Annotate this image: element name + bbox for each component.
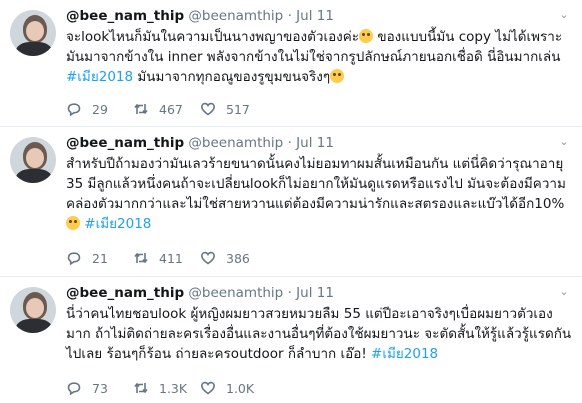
- like-count: 386: [226, 250, 250, 266]
- avatar[interactable]: [10, 287, 56, 333]
- timestamp[interactable]: Jul 11: [296, 135, 334, 151]
- display-name[interactable]: @bee_nam_thip: [66, 8, 184, 24]
- tweet-text: สำหรับปีถ้ามองว่ามันเลวร้ายขนาดนั้นคงไม่…: [66, 156, 568, 232]
- heart-icon: [200, 251, 216, 265]
- chevron-down-icon[interactable]: ⌄: [558, 9, 570, 21]
- reply-icon: [67, 382, 81, 396]
- reply-button[interactable]: 21: [66, 250, 133, 266]
- tweet-text: จะlookไหนก็มันในความเป็นนางพญาของตัวเองค…: [66, 29, 565, 85]
- display-name[interactable]: @bee_nam_thip: [66, 135, 184, 151]
- tweet-content: @bee_nam_thip @beenamthip · Jul 11 ⌄ สำห…: [66, 133, 572, 234]
- retweet-count: 411: [159, 250, 183, 266]
- hashtag-link[interactable]: #เมีย2018: [84, 216, 151, 232]
- reply-count: 73: [92, 380, 108, 396]
- heart-icon: [200, 102, 216, 116]
- tweet[interactable]: @bee_nam_thip @beenamthip · Jul 11 ⌄ สำห…: [0, 127, 582, 277]
- retweet-icon: [134, 252, 148, 264]
- hashtag-link[interactable]: #เมีย2018: [66, 69, 133, 85]
- heart-icon: [200, 381, 216, 395]
- timestamp[interactable]: Jul 11: [296, 8, 334, 24]
- user-handle[interactable]: @beenamthip: [188, 135, 283, 151]
- like-count: 1.0K: [226, 380, 255, 396]
- retweet-button[interactable]: 1.3K: [133, 380, 200, 396]
- reply-button[interactable]: 73: [66, 380, 133, 396]
- tweet-feed: @bee_nam_thip @beenamthip · Jul 11 ⌄ จะl…: [0, 0, 582, 403]
- reply-button[interactable]: 29: [66, 101, 133, 117]
- chevron-down-icon[interactable]: ⌄: [558, 286, 570, 298]
- retweet-button[interactable]: 411: [133, 250, 200, 266]
- reply-count: 29: [92, 101, 108, 117]
- reply-count: 21: [92, 250, 108, 266]
- tweet-header: @bee_nam_thip @beenamthip · Jul 11: [66, 133, 572, 153]
- chevron-down-icon[interactable]: ⌄: [558, 136, 570, 148]
- reply-icon: [67, 252, 81, 266]
- grinning-face-emoji: [66, 216, 80, 230]
- tweet[interactable]: @bee_nam_thip @beenamthip · Jul 11 ⌄ นี่…: [0, 277, 582, 403]
- avatar[interactable]: [10, 137, 56, 183]
- grinning-face-emoji: [359, 29, 374, 43]
- retweet-icon: [134, 103, 148, 115]
- tweet-content: @bee_nam_thip @beenamthip · Jul 11 ⌄ นี่…: [66, 283, 572, 364]
- separator: ·: [287, 135, 292, 151]
- retweet-button[interactable]: 467: [133, 101, 200, 117]
- separator: ·: [287, 285, 292, 301]
- hashtag-link[interactable]: #เมีย2018: [371, 346, 438, 362]
- like-button[interactable]: 517: [200, 101, 267, 117]
- tweet-actions: 73 1.3K 1.0K: [66, 378, 267, 398]
- tweet-content: @bee_nam_thip @beenamthip · Jul 11 ⌄ จะl…: [66, 6, 572, 87]
- tweet-actions: 21 411 386: [66, 248, 267, 268]
- like-button[interactable]: 1.0K: [200, 380, 267, 396]
- user-handle[interactable]: @beenamthip: [188, 285, 283, 301]
- avatar[interactable]: [10, 10, 56, 56]
- user-handle[interactable]: @beenamthip: [188, 8, 283, 24]
- like-button[interactable]: 386: [200, 250, 267, 266]
- reply-icon: [67, 103, 81, 117]
- like-count: 517: [226, 101, 250, 117]
- separator: ·: [287, 8, 292, 24]
- retweet-icon: [134, 382, 148, 394]
- retweet-count: 1.3K: [159, 380, 188, 396]
- retweet-count: 467: [159, 101, 183, 117]
- display-name[interactable]: @bee_nam_thip: [66, 285, 184, 301]
- timestamp[interactable]: Jul 11: [296, 285, 334, 301]
- grinning-face-emoji: [330, 69, 345, 83]
- tweet-text: นี่ว่าคนไทยชอบlook ผู้หญิงผมยาวสวยหมวยลื…: [66, 306, 572, 362]
- tweet-header: @bee_nam_thip @beenamthip · Jul 11: [66, 6, 572, 26]
- tweet-header: @bee_nam_thip @beenamthip · Jul 11: [66, 283, 572, 303]
- tweet-actions: 29 467 517: [66, 99, 267, 119]
- tweet[interactable]: @bee_nam_thip @beenamthip · Jul 11 ⌄ จะl…: [0, 0, 582, 127]
